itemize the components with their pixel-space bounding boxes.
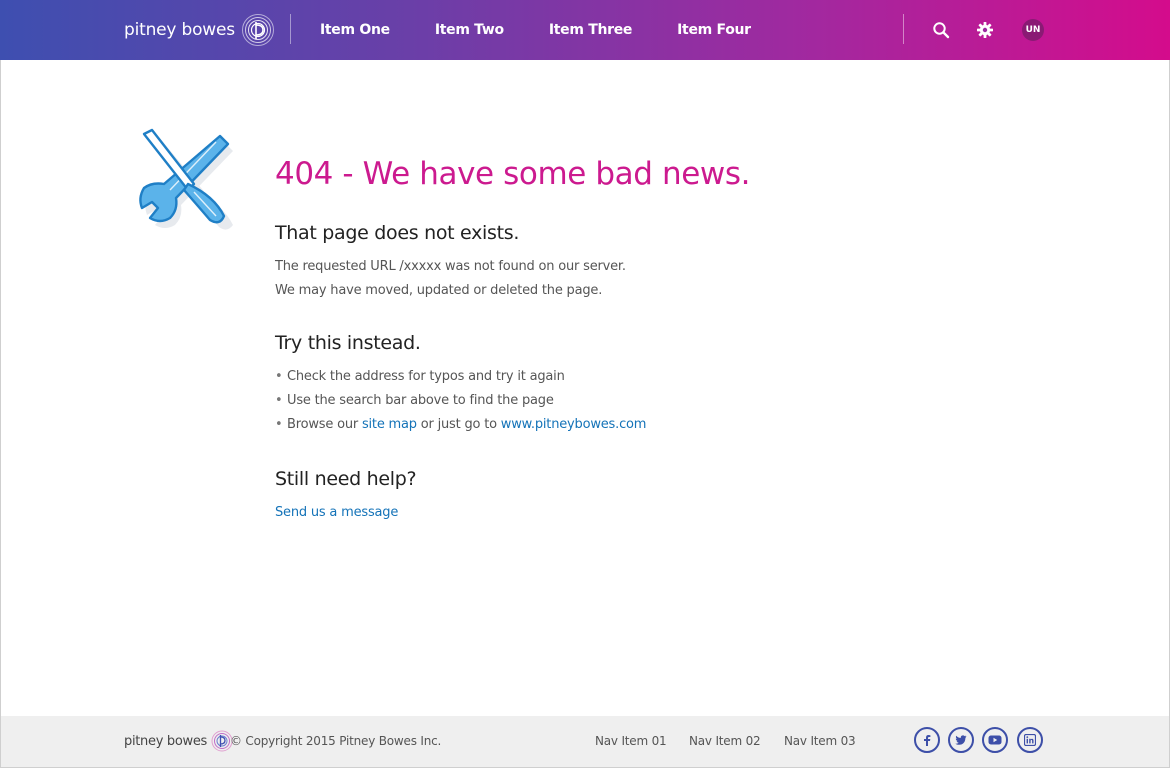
send-message-link[interactable]: Send us a message — [275, 505, 398, 520]
linkedin-icon — [1024, 734, 1036, 746]
list-item: • Use the search bar above to find the pa… — [275, 393, 554, 408]
suggestion-text: Browse our — [287, 417, 362, 432]
header-divider-right — [903, 14, 904, 44]
settings-button[interactable] — [974, 19, 996, 41]
youtube-icon — [988, 735, 1002, 745]
section-heading-not-found: That page does not exists. — [275, 222, 520, 244]
main-nav: Item One Item Two Item Three Item Four — [320, 0, 796, 60]
search-button[interactable] — [930, 19, 952, 41]
page-footer: pitney bowes © Copyright 2015 Pitney Bow… — [1, 716, 1169, 767]
bullet-marker: • — [275, 393, 283, 408]
facebook-icon — [924, 735, 931, 746]
page-title: 404 - We have some bad news. — [275, 156, 751, 192]
error-description-line-2: We may have moved, updated or deleted th… — [275, 283, 603, 298]
section-heading-try-instead: Try this instead. — [275, 332, 421, 354]
error-description-line-1: The requested URL /xxxxx was not found o… — [275, 259, 626, 274]
facebook-button[interactable] — [914, 727, 940, 753]
suggestion-text: Check the address for typos and try it a… — [287, 369, 565, 384]
bullet-marker: • — [275, 417, 283, 432]
nav-item-one[interactable]: Item One — [320, 22, 390, 38]
brand-logo[interactable]: pitney bowes — [124, 12, 275, 48]
footer-nav-item-03[interactable]: Nav Item 03 — [784, 734, 856, 748]
linkedin-button[interactable] — [1017, 727, 1043, 753]
list-item: • Check the address for typos and try it … — [275, 369, 565, 384]
nav-item-three[interactable]: Item Three — [549, 22, 633, 38]
nav-item-two[interactable]: Item Two — [435, 22, 504, 38]
page-frame — [0, 0, 1170, 768]
website-link[interactable]: www.pitneybowes.com — [501, 417, 647, 432]
suggestion-text: Use the search bar above to find the pag… — [287, 393, 554, 408]
twitter-button[interactable] — [948, 727, 974, 753]
search-icon — [933, 22, 950, 39]
pitney-bowes-logo-icon — [241, 14, 274, 46]
gear-icon — [977, 22, 993, 38]
site-map-link[interactable]: site map — [362, 417, 417, 432]
footer-logo-text: pitney bowes — [124, 733, 208, 749]
footer-nav-item-01[interactable]: Nav Item 01 — [595, 734, 667, 748]
list-item: • Browse our site map or just go to www.p… — [275, 417, 646, 432]
nav-item-four[interactable]: Item Four — [677, 22, 751, 38]
header-divider-left — [290, 14, 291, 44]
twitter-icon — [955, 735, 967, 745]
youtube-button[interactable] — [982, 727, 1008, 753]
brand-logo-text: pitney bowes — [124, 20, 235, 40]
footer-logo[interactable]: pitney bowes — [124, 730, 233, 752]
tools-icon — [139, 128, 233, 230]
section-heading-need-help: Still need help? — [275, 468, 417, 490]
suggestion-text: or just go to — [416, 417, 501, 432]
top-header: pitney bowes Item One Item Two Item Thre… — [0, 0, 1170, 60]
user-avatar[interactable]: UN — [1022, 19, 1044, 41]
footer-nav-item-02[interactable]: Nav Item 02 — [689, 734, 761, 748]
copyright-text: © Copyright 2015 Pitney Bowes Inc. — [230, 734, 442, 748]
bullet-marker: • — [275, 369, 283, 384]
